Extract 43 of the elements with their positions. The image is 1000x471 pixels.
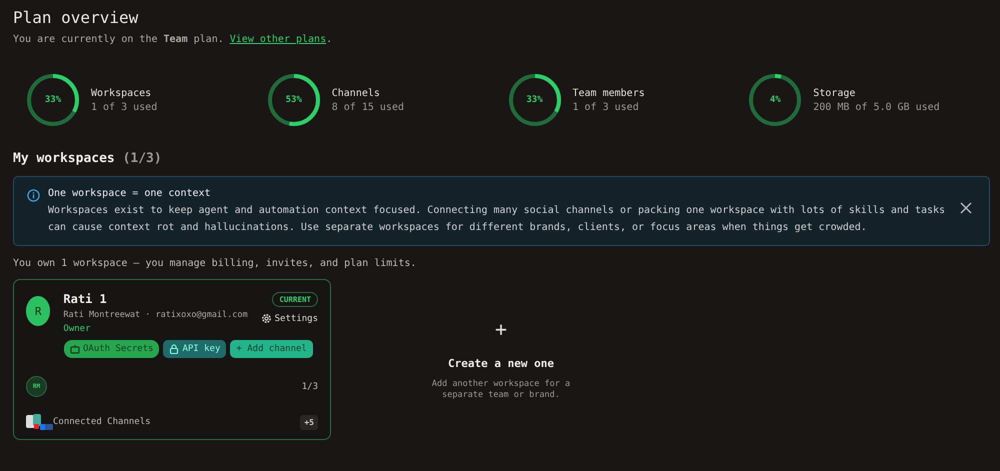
stat-label: Channels (332, 88, 381, 98)
stat-label: Storage (813, 88, 856, 98)
plan-description: You are currently on the Team plan. (13, 34, 224, 45)
gear-icon (260, 313, 272, 324)
usage-percent: 4% (770, 95, 781, 105)
stat-label: Workspaces (91, 88, 152, 98)
usage-percent: 33% (526, 95, 543, 105)
info-icon (27, 189, 40, 202)
settings-button[interactable]: Settings (260, 313, 318, 324)
usage-percent: 53% (286, 95, 302, 105)
stat-label: Team members (572, 88, 645, 98)
workspace-avatar: R (26, 296, 50, 326)
add-channel-button[interactable]: + Add channel (230, 340, 313, 358)
workspace-name: Rati 1 (63, 292, 108, 306)
punctuation: . (326, 34, 332, 45)
section-title: My workspaces (13, 151, 115, 166)
notice-title: One workspace = one context (48, 188, 212, 199)
ownership-note: You own 1 workspace — you manage billing, invites, and plan limits. (13, 258, 418, 269)
page-title: Plan overview (13, 8, 140, 27)
stat-usage: 1 of 3 used (91, 102, 158, 112)
usage-ring (24, 71, 82, 129)
owner-details: Rati Montreewat · ratixoxo@gmail.com (63, 310, 248, 320)
channel-icons-drawing (26, 413, 54, 431)
close-icon (960, 202, 972, 214)
view-plans-link[interactable]: View other plans (230, 34, 326, 45)
oauth-button[interactable]: OAuth Secrets (64, 340, 160, 358)
lock-icon (169, 344, 180, 354)
channels-label: Connected Channels (53, 417, 152, 427)
usage-percent: 33% (44, 95, 62, 105)
notice-body: Workspaces exist to keep agent and automation context focused. Connecting many social channels or packing one workspace with lots of skills and tasks can cause context rot and hallucinations. Use separate workspaces for different brands, clients, or focus areas when things get crowded. (48, 204, 946, 235)
create-workspace-button[interactable]: + Create a new one Add another workspace for a separate team or brand. (331, 279, 671, 440)
stat-usage: 1 of 3 used (572, 102, 640, 112)
more-channels-badge: +5 (300, 414, 318, 430)
create-title: Create a new one (448, 357, 554, 370)
member-count: 1/3 (302, 382, 318, 392)
plus-icon: + (494, 319, 508, 339)
api-key-button[interactable]: API key (163, 340, 226, 358)
robot-icon (70, 344, 80, 354)
workspace-count: (1/3) (122, 151, 162, 166)
role-label: Owner (63, 324, 92, 334)
stat-usage: 8 of 15 used (332, 102, 404, 112)
create-description: Add another workspace for a separate team or brand. (430, 379, 572, 401)
stat-usage: 200 MB of 5.0 GB used (813, 102, 940, 112)
